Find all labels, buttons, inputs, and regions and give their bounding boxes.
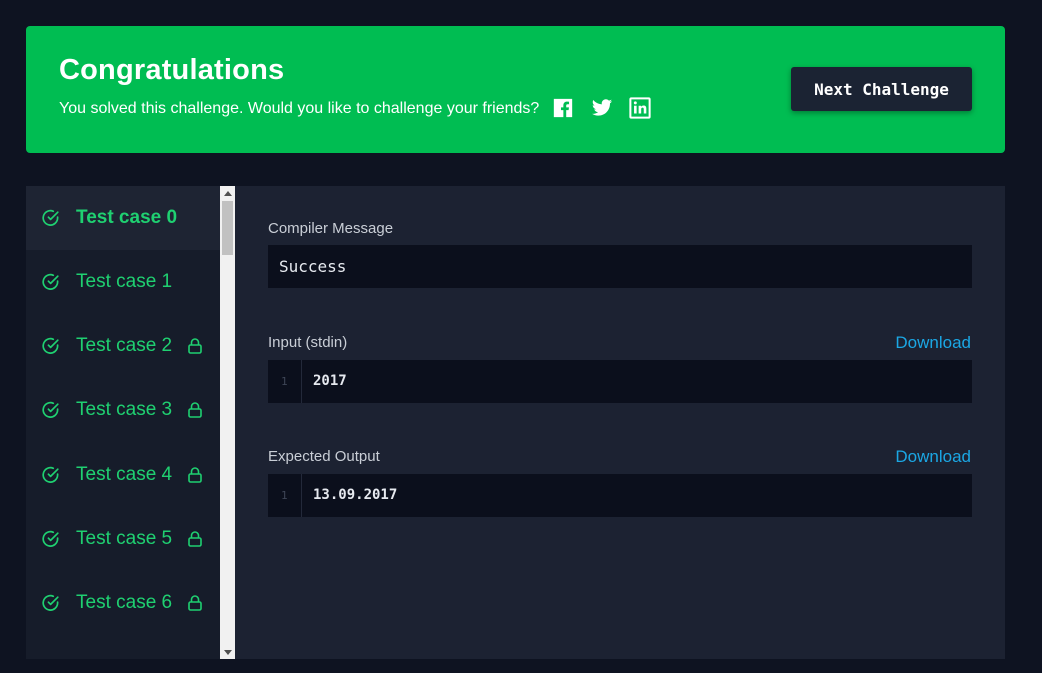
check-circle-icon [41, 272, 61, 292]
test-case-item[interactable]: Test case 0 [26, 186, 220, 250]
line-number-gutter: 1 [268, 474, 302, 517]
test-case-label: Test case 4 [76, 464, 173, 485]
scrollbar-thumb[interactable] [222, 201, 233, 255]
test-case-label: Test case 5 [76, 528, 173, 549]
input-code-box: 1 2017 [268, 360, 972, 403]
input-label: Input (stdin) [268, 334, 348, 351]
test-case-item[interactable]: Test case 4 [26, 443, 220, 507]
line-number: 1 [281, 489, 288, 502]
test-case-item[interactable]: Test case 5 [26, 507, 220, 571]
input-download-link[interactable]: Download [895, 333, 971, 353]
input-value: 2017 [313, 373, 347, 389]
line-number: 1 [281, 375, 288, 388]
expected-output-download-link[interactable]: Download [895, 447, 971, 467]
check-circle-icon [41, 465, 61, 485]
test-case-label: Test case 2 [76, 335, 173, 356]
test-case-label: Test case 3 [76, 399, 173, 420]
check-circle-icon [41, 208, 61, 228]
banner-subtitle: You solved this challenge. Would you lik… [59, 100, 540, 117]
expected-output-label: Expected Output [268, 448, 380, 465]
test-case-item[interactable]: Test case 1 [26, 250, 220, 314]
lock-icon [186, 401, 204, 419]
expected-output-value: 13.09.2017 [313, 487, 398, 503]
test-case-label: Test case 6 [76, 592, 173, 613]
facebook-icon[interactable] [552, 97, 574, 119]
results-panel: Test case 0 Test case 1 Test case 2 Test… [26, 186, 1005, 659]
check-circle-icon [41, 593, 61, 613]
test-case-label: Test case 0 [76, 207, 178, 228]
lock-icon [186, 337, 204, 355]
test-case-label: Test case 1 [76, 271, 173, 292]
check-circle-icon [41, 400, 61, 420]
compiler-message-box: Success [268, 245, 972, 288]
success-banner: Congratulations You solved this challeng… [26, 26, 1005, 153]
linkedin-icon[interactable] [629, 97, 651, 119]
check-circle-icon [41, 336, 61, 356]
sidebar-scrollbar[interactable] [220, 186, 235, 659]
expected-output-code-box: 1 13.09.2017 [268, 474, 972, 517]
banner-title: Congratulations [59, 54, 285, 86]
twitter-icon[interactable] [591, 97, 613, 119]
test-case-item[interactable]: Test case 3 [26, 378, 220, 442]
lock-icon [186, 594, 204, 612]
test-case-list: Test case 0 Test case 1 Test case 2 Test… [26, 186, 220, 659]
test-case-item[interactable]: Test case 6 [26, 571, 220, 635]
compiler-message-label: Compiler Message [268, 220, 394, 237]
lock-icon [186, 530, 204, 548]
check-circle-icon [41, 529, 61, 549]
lock-icon [186, 466, 204, 484]
next-challenge-button[interactable]: Next Challenge [791, 67, 972, 111]
test-case-item[interactable]: Test case 2 [26, 314, 220, 378]
line-number-gutter: 1 [268, 360, 302, 403]
compiler-message-text: Success [279, 257, 347, 276]
scroll-down-arrow-icon[interactable] [220, 645, 235, 659]
scroll-up-arrow-icon[interactable] [220, 186, 235, 200]
